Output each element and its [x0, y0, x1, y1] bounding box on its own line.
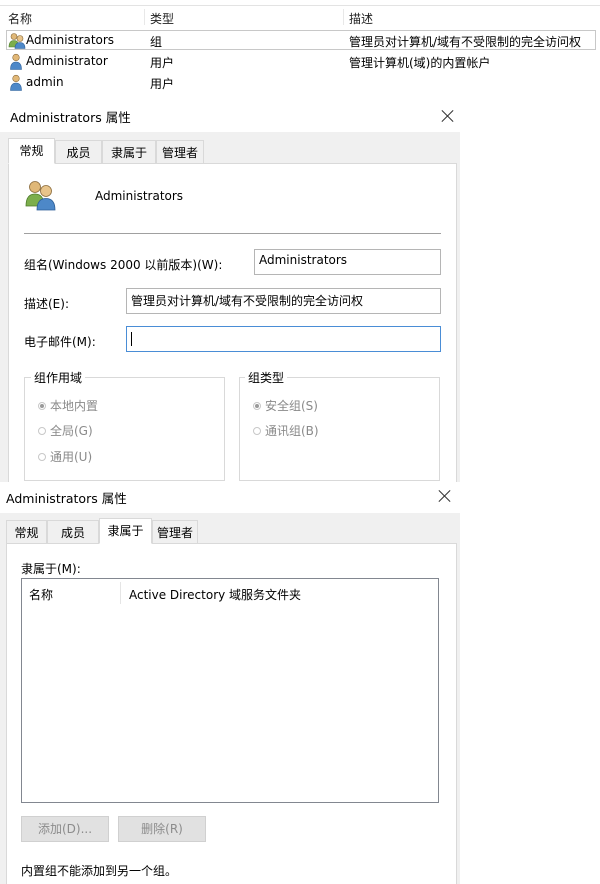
close-icon[interactable] — [441, 109, 455, 123]
add-button[interactable]: 添加(D)... — [21, 816, 109, 842]
radio-indicator — [253, 427, 261, 435]
radio-indicator — [38, 402, 46, 410]
list-header — [0, 5, 600, 28]
dialog-title: Administrators 属性 — [10, 110, 131, 125]
column-header-description[interactable]: 描述 — [349, 10, 373, 27]
radio-label: 安全组(S) — [265, 399, 318, 413]
group-name-field[interactable]: Administrators — [254, 249, 441, 275]
radio-scope-universal[interactable]: 通用(U) — [38, 448, 92, 465]
list-row[interactable]: admin 用户 — [0, 72, 600, 93]
group-icon — [8, 33, 26, 49]
radio-indicator — [253, 402, 261, 410]
radio-scope-builtin-local[interactable]: 本地内置 — [38, 397, 98, 414]
row-type: 组 — [150, 35, 163, 49]
email-label: 电子邮件(M): — [24, 335, 96, 349]
row-name: Administrators — [26, 33, 115, 47]
description-field[interactable]: 管理员对计算机/域有不受限制的完全访问权 — [126, 288, 441, 314]
row-type: 用户 — [150, 77, 175, 91]
radio-type-security[interactable]: 安全组(S) — [253, 397, 318, 414]
user-icon — [10, 53, 22, 70]
column-header-ad-folder[interactable]: Active Directory 域服务文件夹 — [129, 586, 301, 603]
group-scope-title: 组作用域 — [31, 369, 86, 386]
radio-label: 全局(G) — [50, 424, 93, 438]
radio-label: 本地内置 — [50, 399, 99, 413]
row-name: Administrator — [26, 54, 108, 68]
close-icon[interactable] — [438, 489, 452, 503]
email-field[interactable] — [126, 326, 441, 352]
separator — [24, 233, 441, 234]
tab-members[interactable]: 成员 — [47, 520, 99, 544]
user-icon — [10, 74, 22, 91]
radio-label: 通用(U) — [50, 450, 93, 464]
column-header-type[interactable]: 类型 — [150, 10, 174, 27]
list-row[interactable]: Administrators 组 管理员对计算机/域有不受限制的完全访问权 — [0, 30, 600, 51]
dialog-title: Administrators 属性 — [6, 491, 127, 506]
remove-button[interactable]: 删除(R) — [118, 816, 206, 842]
tab-managed-by[interactable]: 管理者 — [156, 140, 204, 164]
radio-indicator — [38, 427, 46, 435]
tab-general[interactable]: 常规 — [8, 138, 55, 164]
tab-managed-by[interactable]: 管理者 — [152, 520, 198, 544]
tab-member-of[interactable]: 隶属于 — [102, 140, 156, 164]
description-label: 描述(E): — [24, 297, 69, 311]
column-header-name[interactable]: 名称 — [29, 586, 53, 603]
note-text: 内置组不能添加到另一个组。 — [21, 864, 178, 878]
tab-members[interactable]: 成员 — [55, 140, 102, 164]
account-list: 名称 类型 描述 Administrators 组 管理员对计算机/域有不受限制… — [0, 0, 600, 96]
member-of-list[interactable]: 名称 Active Directory 域服务文件夹 — [21, 578, 439, 803]
group-name-label: 组名(Windows 2000 以前版本)(W): — [24, 258, 223, 272]
tab-general[interactable]: 常规 — [6, 520, 47, 544]
member-of-label: 隶属于(M): — [21, 562, 81, 576]
radio-scope-global[interactable]: 全局(G) — [38, 422, 93, 439]
column-header-name[interactable]: 名称 — [8, 10, 32, 27]
row-description: 管理计算机(域)的内置帐户 — [349, 56, 491, 70]
group-icon — [25, 181, 56, 211]
text-caret — [131, 332, 132, 346]
row-description: 管理员对计算机/域有不受限制的完全访问权 — [349, 35, 582, 49]
tab-member-of[interactable]: 隶属于 — [99, 518, 152, 544]
radio-type-distribution[interactable]: 通讯组(B) — [253, 422, 319, 439]
row-name: admin — [26, 75, 64, 89]
radio-indicator — [38, 453, 46, 461]
list-row[interactable]: Administrator 用户 管理计算机(域)的内置帐户 — [0, 51, 600, 72]
group-name-display: Administrators — [95, 189, 184, 203]
group-type-title: 组类型 — [245, 369, 288, 386]
radio-label: 通讯组(B) — [265, 424, 319, 438]
row-type: 用户 — [150, 56, 175, 70]
